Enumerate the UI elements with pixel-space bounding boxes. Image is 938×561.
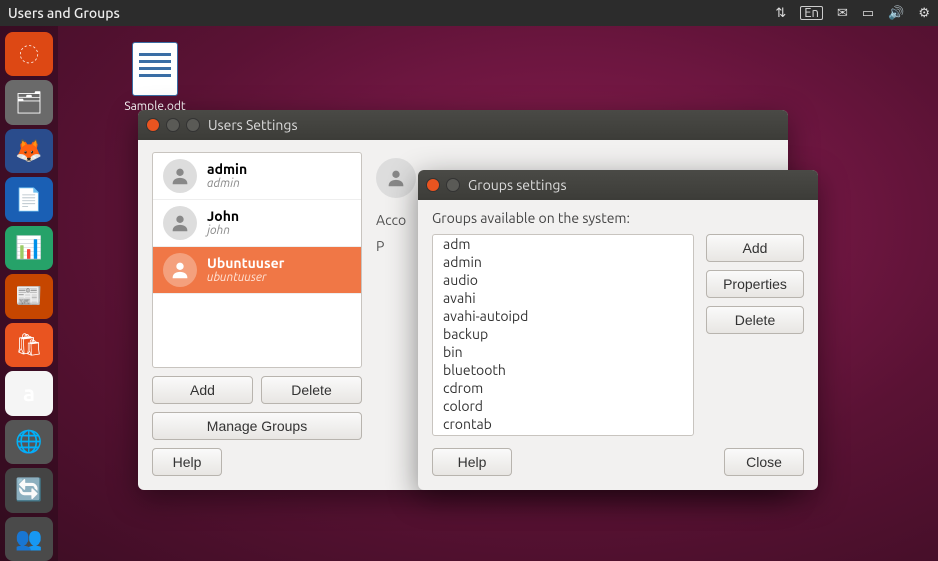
launcher-dash[interactable]: ◌ (5, 32, 53, 76)
user-list-pane: adminadminJohnjohnUbuntuuserubuntuuser A… (152, 152, 362, 476)
messages-icon[interactable]: ✉ (837, 6, 848, 21)
group-item[interactable]: cdrom (433, 379, 693, 397)
groups-close-button[interactable]: Close (724, 448, 804, 476)
launcher-writer[interactable]: 📄 (5, 177, 53, 221)
close-icon[interactable] (426, 178, 440, 192)
user-row[interactable]: adminadmin (153, 153, 361, 200)
group-item[interactable]: crontab (433, 415, 693, 433)
user-name: admin (207, 161, 247, 177)
group-item[interactable]: bin (433, 343, 693, 361)
avatar-icon (163, 206, 197, 240)
keyboard-indicator[interactable]: En (800, 6, 823, 20)
close-icon[interactable] (146, 118, 160, 132)
launcher-software-center[interactable]: 🛍 (5, 323, 53, 367)
user-row[interactable]: Ubuntuuserubuntuuser (153, 247, 361, 294)
group-item[interactable]: audio (433, 271, 693, 289)
system-tray: ⇅ En ✉ ▭ 🔊 ⚙ (775, 6, 930, 21)
groups-window-title: Groups settings (468, 177, 567, 193)
minimize-icon[interactable] (446, 178, 460, 192)
group-item[interactable]: admin (433, 253, 693, 271)
unity-launcher: ◌ 🗂 🦊 📄 📊 📰 🛍 a 🌐 🔄 👥 (0, 26, 58, 561)
add-group-button[interactable]: Add (706, 234, 804, 262)
launcher-amazon[interactable]: a (5, 371, 53, 415)
delete-group-button[interactable]: Delete (706, 306, 804, 334)
avatar-icon (376, 158, 416, 198)
launcher-firefox[interactable]: 🦊 (5, 129, 53, 173)
group-properties-button[interactable]: Properties (706, 270, 804, 298)
groups-help-button[interactable]: Help (432, 448, 512, 476)
top-menubar: Users and Groups ⇅ En ✉ ▭ 🔊 ⚙ (0, 0, 938, 26)
network-icon[interactable]: ⇅ (775, 6, 786, 21)
sound-icon[interactable]: 🔊 (888, 6, 904, 21)
groups-list-label: Groups available on the system: (432, 210, 804, 226)
group-item[interactable]: colord (433, 397, 693, 415)
user-login: john (207, 224, 239, 238)
manage-groups-button[interactable]: Manage Groups (152, 412, 362, 440)
user-name: John (207, 208, 239, 224)
user-login: admin (207, 177, 247, 191)
user-login: ubuntuuser (207, 271, 284, 285)
desktop-file-sample[interactable]: Sample.odt (110, 42, 200, 113)
gear-icon[interactable]: ⚙ (918, 6, 930, 21)
user-list[interactable]: adminadminJohnjohnUbuntuuserubuntuuser (152, 152, 362, 368)
minimize-icon[interactable] (166, 118, 180, 132)
maximize-icon[interactable] (186, 118, 200, 132)
group-item[interactable]: bluetooth (433, 361, 693, 379)
launcher-system-settings[interactable]: 🌐 (5, 420, 53, 464)
user-name: Ubuntuuser (207, 255, 284, 271)
add-user-button[interactable]: Add (152, 376, 253, 404)
launcher-files[interactable]: 🗂 (5, 80, 53, 124)
battery-icon[interactable]: ▭ (862, 6, 874, 21)
group-item[interactable]: avahi (433, 289, 693, 307)
delete-user-button[interactable]: Delete (261, 376, 362, 404)
launcher-updater[interactable]: 🔄 (5, 468, 53, 512)
document-icon (132, 42, 178, 96)
launcher-users-groups[interactable]: 👥 (5, 517, 53, 561)
avatar-icon (163, 159, 197, 193)
active-window-title: Users and Groups (8, 5, 775, 21)
users-help-button[interactable]: Help (152, 448, 222, 476)
user-row[interactable]: Johnjohn (153, 200, 361, 247)
launcher-calc[interactable]: 📊 (5, 226, 53, 270)
groups-list[interactable]: admadminaudioavahiavahi-autoipdbackupbin… (432, 234, 694, 436)
users-window-titlebar[interactable]: Users Settings (138, 110, 788, 140)
avatar-icon (163, 253, 197, 287)
group-item[interactable]: adm (433, 235, 693, 253)
launcher-impress[interactable]: 📰 (5, 274, 53, 318)
group-item[interactable]: backup (433, 325, 693, 343)
groups-window-titlebar[interactable]: Groups settings (418, 170, 818, 200)
groups-settings-window: Groups settings Groups available on the … (418, 170, 818, 490)
group-item[interactable]: avahi-autoipd (433, 307, 693, 325)
users-window-title: Users Settings (208, 117, 298, 133)
